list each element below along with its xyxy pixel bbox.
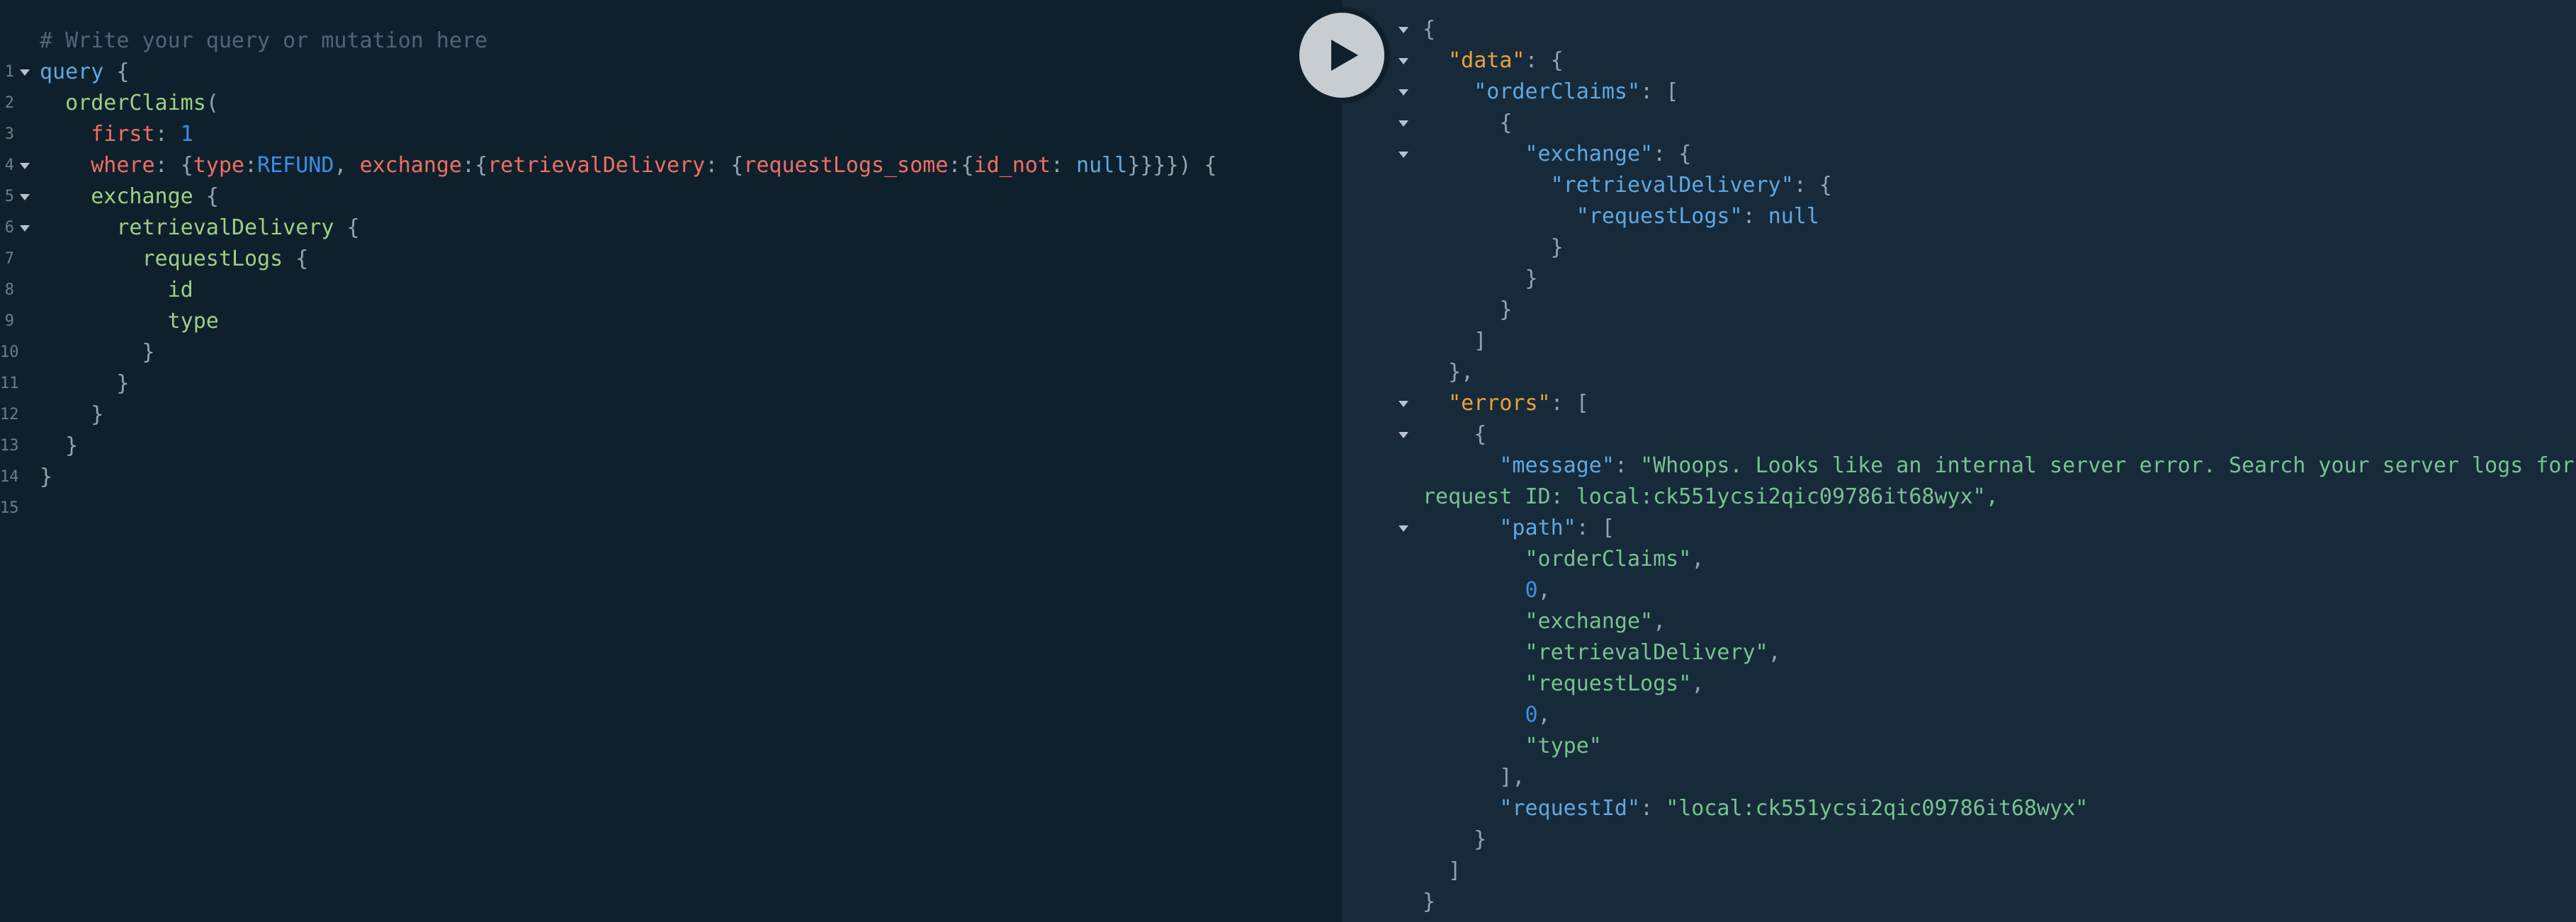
error-message-continued: request ID: local:ck551ycsi2qic09786it68… xyxy=(1423,484,1999,509)
query-line-5: 5 where: {type:REFUND, exchange:{retriev… xyxy=(0,150,1342,205)
query-line-9: 9 id xyxy=(0,275,1342,330)
field-order-claims: orderClaims xyxy=(65,91,206,115)
result-line: "errors": [ xyxy=(1342,388,2576,419)
result-line: 0, xyxy=(1525,702,1551,727)
fold-toggle-icon[interactable] xyxy=(1399,58,1408,64)
query-line-6: 6 exchange { xyxy=(0,181,1342,237)
result-line: ], xyxy=(1499,765,1525,790)
result-line: "data": { xyxy=(1342,45,2576,76)
fold-toggle-icon[interactable] xyxy=(1399,89,1408,96)
result-line: "orderClaims", xyxy=(1525,547,1705,571)
result-line: "type" xyxy=(1525,734,1602,758)
request-id-value: "local:ck551ycsi2qic09786it68wyx" xyxy=(1666,796,2089,821)
query-line-10: 10 type xyxy=(0,306,1342,361)
fold-toggle-icon[interactable] xyxy=(1399,525,1408,532)
fold-toggle-icon[interactable] xyxy=(1399,401,1408,407)
result-line: } xyxy=(1423,889,1436,914)
query-line-13: 13 } xyxy=(0,399,1342,455)
query-editor[interactable]: 1 # Write your query or mutation here 2 … xyxy=(0,0,1342,922)
query-line-7: 7 retrievalDelivery { xyxy=(0,212,1342,268)
arg-first-value: 1 xyxy=(180,122,193,147)
result-line: } xyxy=(1525,266,1538,291)
result-line: 0, xyxy=(1525,578,1551,603)
result-line: "requestLogs", xyxy=(1525,671,1705,696)
result-line: } xyxy=(1550,235,1564,260)
result-line: { xyxy=(1342,14,2576,45)
query-comment: # Write your query or mutation here xyxy=(40,28,488,53)
query-line-1: 1 # Write your query or mutation here xyxy=(0,25,1342,81)
fold-toggle-icon[interactable] xyxy=(20,194,30,200)
fold-toggle-icon[interactable] xyxy=(1399,120,1408,127)
query-line-4: 4 first: 1 xyxy=(0,119,1342,174)
fold-toggle-icon[interactable] xyxy=(1399,432,1408,438)
query-line-11: 11 } xyxy=(0,337,1342,392)
result-json: { "data": { "orderClaims": [ { "exchange… xyxy=(1342,14,2576,918)
line-number: 15 xyxy=(0,499,19,517)
result-line: ] xyxy=(1474,329,1487,353)
fold-toggle-icon[interactable] xyxy=(20,163,30,169)
result-line: "requestId": "local:ck551ycsi2qic09786it… xyxy=(1499,796,2089,821)
fold-toggle-icon[interactable] xyxy=(1399,152,1408,158)
execute-query-button[interactable] xyxy=(1294,7,1390,103)
result-line: } xyxy=(1474,827,1487,852)
result-line: "exchange": { xyxy=(1342,139,2576,170)
graphql-playground: 1 # Write your query or mutation here 2 … xyxy=(0,0,2576,922)
arg-first: first xyxy=(91,122,155,147)
play-icon xyxy=(1331,40,1358,71)
json-key-errors: "errors" xyxy=(1448,391,1551,416)
query-keyword: query xyxy=(40,59,104,84)
result-line: }, xyxy=(1448,360,1474,385)
result-line: "retrievalDelivery": { xyxy=(1550,173,1832,198)
result-viewer[interactable]: { "data": { "orderClaims": [ { "exchange… xyxy=(1342,0,2576,922)
result-line: ] xyxy=(1448,858,1462,883)
query-line-14: 14 } xyxy=(0,431,1342,486)
json-key-data: "data" xyxy=(1448,48,1525,73)
query-line-3: 3 orderClaims( xyxy=(0,88,1342,143)
query-line-2: 2 query { xyxy=(0,57,1342,112)
fold-toggle-icon[interactable] xyxy=(1399,27,1408,33)
fold-toggle-icon[interactable] xyxy=(20,69,30,76)
result-line: "retrievalDelivery", xyxy=(1525,640,1781,665)
result-line: "path": [ xyxy=(1342,513,2576,544)
fold-toggle-icon[interactable] xyxy=(20,225,30,232)
execute-query-button-face[interactable] xyxy=(1299,13,1384,98)
result-line: request ID: local:ck551ycsi2qic09786it68… xyxy=(1342,482,2576,513)
result-line: "orderClaims": [ xyxy=(1342,76,2576,108)
error-message: "Whoops. Looks like an internal server e… xyxy=(1640,453,2575,478)
result-line: "requestLogs": null xyxy=(1576,204,1819,229)
result-line: "message": "Whoops. Looks like an intern… xyxy=(1499,453,2575,478)
result-line: { xyxy=(1342,419,2576,450)
query-line-15: 15 } xyxy=(0,462,1342,517)
result-line: { xyxy=(1342,108,2576,139)
result-line: } xyxy=(1499,297,1513,322)
result-line: "exchange", xyxy=(1525,609,1666,634)
query-code[interactable]: 1 # Write your query or mutation here 2 … xyxy=(0,25,1342,517)
query-line-8: 8 requestLogs { xyxy=(0,244,1342,299)
query-line-12: 12 } xyxy=(0,368,1342,423)
